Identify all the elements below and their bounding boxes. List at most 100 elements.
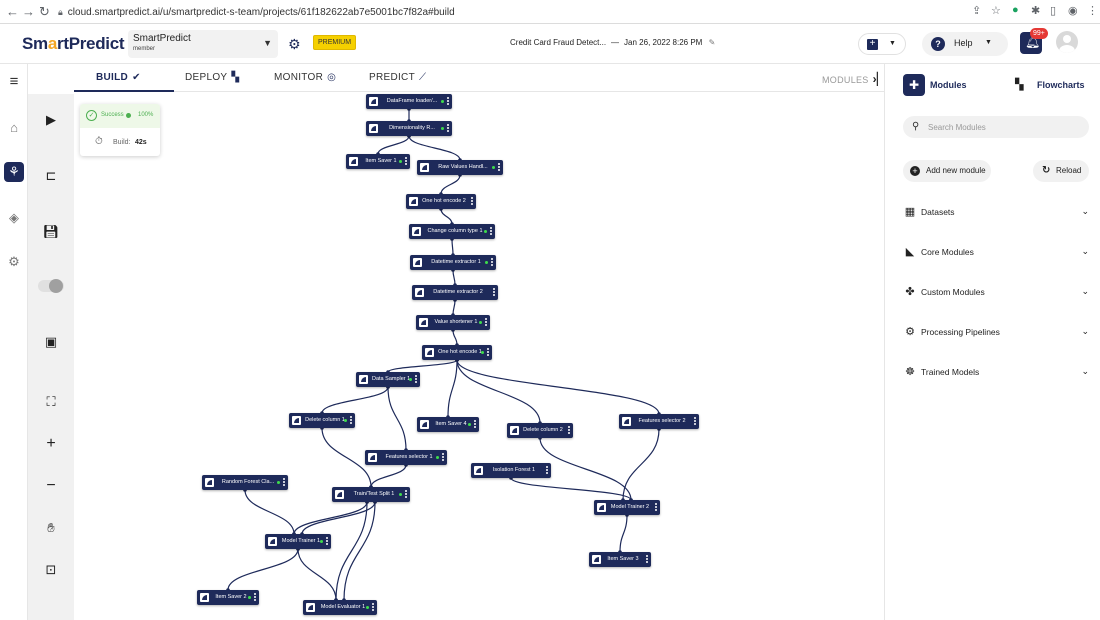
flow-node-vs1[interactable]: Value shortener 1 [416, 315, 490, 330]
reload-button[interactable]: ↻ Reload [1033, 160, 1089, 182]
tab-monitor[interactable]: MONITOR ◎ [274, 72, 336, 83]
flow-node-de2[interactable]: Datetime extractor 2 [412, 285, 498, 300]
project-select[interactable]: SmartPredict member ▼ [128, 30, 278, 58]
flowchart-icon[interactable]: ⚘ [4, 162, 24, 182]
hand-icon[interactable]: ✋︎ [41, 518, 61, 538]
flow-node-rfc[interactable]: Random Forest Cla... [202, 475, 288, 490]
settings-icon[interactable]: ⚙ [4, 252, 24, 272]
tab-build[interactable]: BUILD ✔ [96, 72, 141, 83]
node-menu-icon[interactable] [484, 317, 488, 328]
add-button[interactable]: + ▼ [858, 33, 906, 55]
align-icon[interactable]: ⊏ [41, 166, 61, 186]
node-menu-icon[interactable] [282, 477, 286, 488]
address-bar[interactable]: 🔒︎ cloud.smartpredict.ai/u/smartpredict-s… [58, 3, 958, 21]
browser-menu-icon[interactable]: ⋮ [1087, 4, 1098, 17]
comment-icon[interactable]: ▣ [41, 332, 61, 352]
category-processing-pipelines[interactable]: ⚙ Processing Pipelines ⌄ [903, 322, 1089, 342]
flow-node-dfl[interactable]: DataFrame loader/... [366, 94, 452, 109]
save-icon[interactable]: 💾︎ [41, 222, 61, 242]
fullscreen-icon[interactable]: ⛶ [41, 392, 61, 412]
flow-node-ohe2[interactable]: One hot encode 2 [406, 194, 476, 209]
premium-badge[interactable]: PREMIUM [313, 35, 357, 50]
category-trained-models[interactable]: ☸ Trained Models ⌄ [903, 362, 1089, 382]
node-menu-icon[interactable] [441, 452, 445, 463]
search-input[interactable] [928, 119, 1078, 135]
node-menu-icon[interactable] [490, 257, 494, 268]
zoom-out-icon[interactable]: − [41, 476, 61, 496]
canvas-toggle[interactable] [38, 279, 64, 293]
tab-predict[interactable]: PREDICT ⟋ [369, 72, 426, 83]
avatar[interactable] [1056, 31, 1078, 53]
zoom-in-icon[interactable]: + [41, 434, 61, 454]
add-module-button[interactable]: + Add new module [903, 160, 991, 182]
node-menu-icon[interactable] [489, 226, 493, 237]
flow-node-dr[interactable]: Dimensionality R... [366, 121, 452, 136]
home-icon[interactable]: ⌂ [4, 118, 24, 138]
node-menu-icon[interactable] [253, 592, 257, 603]
fit-view-icon[interactable]: ⊡ [41, 560, 61, 580]
flow-node-ds1[interactable]: Data Sampler 1 [356, 372, 420, 387]
node-menu-icon[interactable] [497, 162, 501, 173]
node-menu-icon[interactable] [414, 374, 418, 385]
flow-node-mt2[interactable]: Model Trainer 2 [594, 500, 660, 515]
pencil-icon[interactable]: ✎ [709, 38, 716, 47]
flow-node-is1[interactable]: Item Saver 1 [346, 154, 410, 169]
modules-toggle[interactable]: MODULES ›▏ [822, 72, 886, 86]
flowcharts-icon[interactable]: ▚ [1015, 78, 1023, 91]
node-menu-icon[interactable] [473, 419, 477, 430]
back-icon[interactable]: ← [6, 4, 19, 19]
node-menu-icon[interactable] [446, 96, 450, 107]
forward-icon[interactable]: → [22, 4, 35, 19]
node-menu-icon[interactable] [404, 489, 408, 500]
star-icon[interactable]: ☆ [991, 4, 1001, 17]
flowchart-canvas[interactable]: DataFrame loader/... Dimensionality R... I… [74, 92, 884, 620]
extension-g-icon[interactable]: ● [1012, 4, 1019, 16]
flow-node-if1[interactable]: Isolation Forest 1 [471, 463, 551, 478]
category-datasets[interactable]: ▦ Datasets ⌄ [903, 202, 1089, 222]
category-custom-modules[interactable]: ✤ Custom Modules ⌄ [903, 282, 1089, 302]
category-core-modules[interactable]: ◣ Core Modules ⌄ [903, 242, 1089, 262]
node-menu-icon[interactable] [654, 502, 658, 513]
node-menu-icon[interactable] [567, 425, 571, 436]
node-menu-icon[interactable] [325, 536, 329, 547]
node-menu-icon[interactable] [645, 554, 649, 565]
flow-node-mt1[interactable]: Model Trainer 1 [265, 534, 331, 549]
tab-flowcharts[interactable]: Flowcharts [1037, 80, 1085, 90]
node-menu-icon[interactable] [404, 156, 408, 167]
flow-node-dc2[interactable]: Delete column 2 [507, 423, 573, 438]
extensions-icon[interactable]: ✱ [1031, 4, 1040, 17]
tab-deploy[interactable]: DEPLOY ▚ [185, 72, 239, 83]
flow-node-is2[interactable]: Item Saver 2 [197, 590, 259, 605]
flow-node-is4[interactable]: Item Saver 4 [417, 417, 479, 432]
node-menu-icon[interactable] [693, 416, 697, 427]
flow-node-is3[interactable]: Item Saver 3 [589, 552, 651, 567]
flow-node-fs1[interactable]: Features selector 1 [365, 450, 447, 465]
layers-icon[interactable]: ◈ [4, 208, 24, 228]
sidebar-icon[interactable]: ▯ [1050, 4, 1056, 17]
flow-node-de1[interactable]: Datetime extractor 1 [410, 255, 496, 270]
node-menu-icon[interactable] [545, 465, 549, 476]
flow-node-rvh[interactable]: Raw Values Handl... [417, 160, 503, 175]
node-menu-icon[interactable] [349, 415, 353, 426]
reload-icon[interactable]: ↻ [39, 4, 50, 20]
flow-node-ohe1[interactable]: One hot encode 1 [422, 345, 492, 360]
tab-modules[interactable]: Modules [930, 80, 967, 90]
gear-icon[interactable]: ⚙ [288, 36, 301, 53]
run-icon[interactable]: ▶ [41, 110, 61, 130]
puzzle-icon[interactable]: ✚ [903, 74, 925, 96]
flow-node-tts[interactable]: Train/Test Split 1 [332, 487, 410, 502]
node-menu-icon[interactable] [470, 196, 474, 207]
flow-node-me1[interactable]: Model Evaluator 1 [303, 600, 377, 615]
node-menu-icon[interactable] [492, 287, 496, 298]
profile-icon[interactable]: ◉ [1068, 4, 1078, 17]
node-menu-icon[interactable] [371, 602, 375, 613]
hamburger-menu-icon[interactable]: ≡ [4, 72, 24, 92]
node-menu-icon[interactable] [446, 123, 450, 134]
share-icon[interactable]: ⇪ [972, 4, 981, 17]
help-button[interactable]: ? Help ▼ [922, 32, 1008, 56]
flow-node-fs2[interactable]: Features selector 2 [619, 414, 699, 429]
node-menu-icon[interactable] [486, 347, 490, 358]
flow-node-cct[interactable]: Change column type 1 [409, 224, 495, 239]
flow-node-dc1[interactable]: Delete column 1 [289, 413, 355, 428]
smartpredict-logo[interactable]: SmartPredict [22, 34, 125, 54]
